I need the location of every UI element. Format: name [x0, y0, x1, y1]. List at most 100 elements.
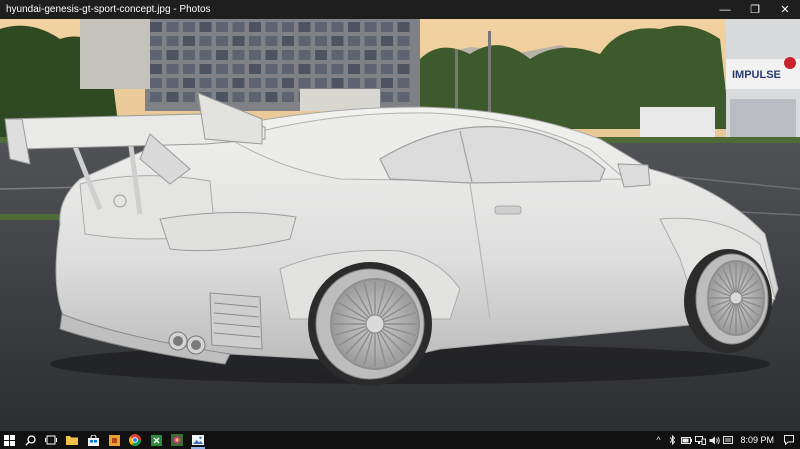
building-window [183, 36, 195, 46]
minimize-button[interactable]: — [710, 0, 740, 19]
photos-icon[interactable] [189, 431, 207, 449]
building-window [315, 78, 327, 88]
building-window [265, 64, 278, 74]
building-window [331, 22, 344, 32]
app-orange-icon[interactable] [105, 431, 123, 449]
building-window [298, 64, 311, 74]
building-window [232, 36, 245, 46]
building-window [232, 22, 245, 32]
building-window [166, 92, 179, 102]
file-explorer-icon[interactable] [63, 431, 81, 449]
building-window [381, 78, 393, 88]
building-window [199, 36, 212, 46]
building-window [166, 50, 179, 60]
building-window [232, 78, 245, 88]
building-window [216, 22, 228, 32]
building-window [150, 36, 162, 46]
building-window [282, 92, 294, 102]
building-window [199, 78, 212, 88]
building-window [249, 22, 261, 32]
battery-icon[interactable] [680, 431, 692, 449]
building-window [232, 50, 245, 60]
clock[interactable]: 8:09 PM [740, 435, 774, 445]
store-logo [784, 57, 796, 69]
building-window [331, 64, 344, 74]
building-window [199, 64, 212, 74]
close-button[interactable]: ✕ [770, 0, 800, 19]
building-window [298, 22, 311, 32]
building-window [249, 36, 261, 46]
building-window [397, 78, 410, 88]
building-window [150, 92, 162, 102]
game-icon[interactable] [168, 431, 186, 449]
side-mirror [617, 163, 651, 188]
input-method-icon[interactable] [722, 431, 734, 449]
search-icon[interactable] [21, 431, 39, 449]
car-photo: IMPULSE [0, 19, 800, 431]
maximize-button[interactable]: ❐ [740, 0, 770, 19]
building-window [216, 92, 228, 102]
building-window [249, 64, 261, 74]
building-window [381, 36, 393, 46]
building-window [331, 78, 344, 88]
building-window [199, 22, 212, 32]
building-window [216, 64, 228, 74]
app-green-icon[interactable] [147, 431, 165, 449]
action-center-icon[interactable] [782, 431, 796, 449]
building-window [166, 36, 179, 46]
building-window [150, 78, 162, 88]
task-view-icon[interactable] [42, 431, 60, 449]
building-window [282, 50, 294, 60]
building-window [166, 78, 179, 88]
building-window [331, 36, 344, 46]
building-window [282, 78, 294, 88]
building-window [364, 36, 377, 46]
building-window [183, 92, 195, 102]
building-window [298, 36, 311, 46]
building-window [381, 50, 393, 60]
building-window [150, 64, 162, 74]
building-window [216, 36, 228, 46]
building-window [249, 50, 261, 60]
building-window [249, 78, 261, 88]
photo-viewer[interactable]: IMPULSE [0, 19, 800, 431]
building-window [216, 50, 228, 60]
building-window [265, 22, 278, 32]
show-hidden-icons-chevron[interactable]: ^ [652, 431, 664, 449]
bluetooth-icon[interactable] [666, 431, 678, 449]
building-window [183, 64, 195, 74]
building-window [397, 64, 410, 74]
building-window [381, 64, 393, 74]
building-window [364, 64, 377, 74]
building-window [282, 64, 294, 74]
building-window [298, 78, 311, 88]
building-window [183, 22, 195, 32]
building-window [166, 22, 179, 32]
building-window [298, 50, 311, 60]
building-window [315, 50, 327, 60]
building-window [348, 36, 360, 46]
building-window [364, 50, 377, 60]
building-window [265, 78, 278, 88]
front-wheel [684, 249, 772, 353]
start-icon[interactable] [0, 431, 18, 449]
building-window [397, 92, 410, 102]
building-window [216, 78, 228, 88]
network-icon[interactable] [694, 431, 706, 449]
building-window [315, 22, 327, 32]
volume-icon[interactable] [708, 431, 720, 449]
building-window [381, 92, 393, 102]
building-window [232, 64, 245, 74]
building-window [166, 64, 179, 74]
building-window [150, 50, 162, 60]
door-handle [494, 205, 522, 215]
building-window [150, 22, 162, 32]
store-icon[interactable] [84, 431, 102, 449]
title-bar: hyundai-genesis-gt-sport-concept.jpg - P… [0, 0, 800, 19]
system-tray: ^ 8:09 PM [652, 431, 800, 449]
building-window [249, 92, 261, 102]
chrome-icon[interactable] [126, 431, 144, 449]
building-window [265, 92, 278, 102]
rear-wheel [308, 262, 432, 386]
building-window [282, 22, 294, 32]
